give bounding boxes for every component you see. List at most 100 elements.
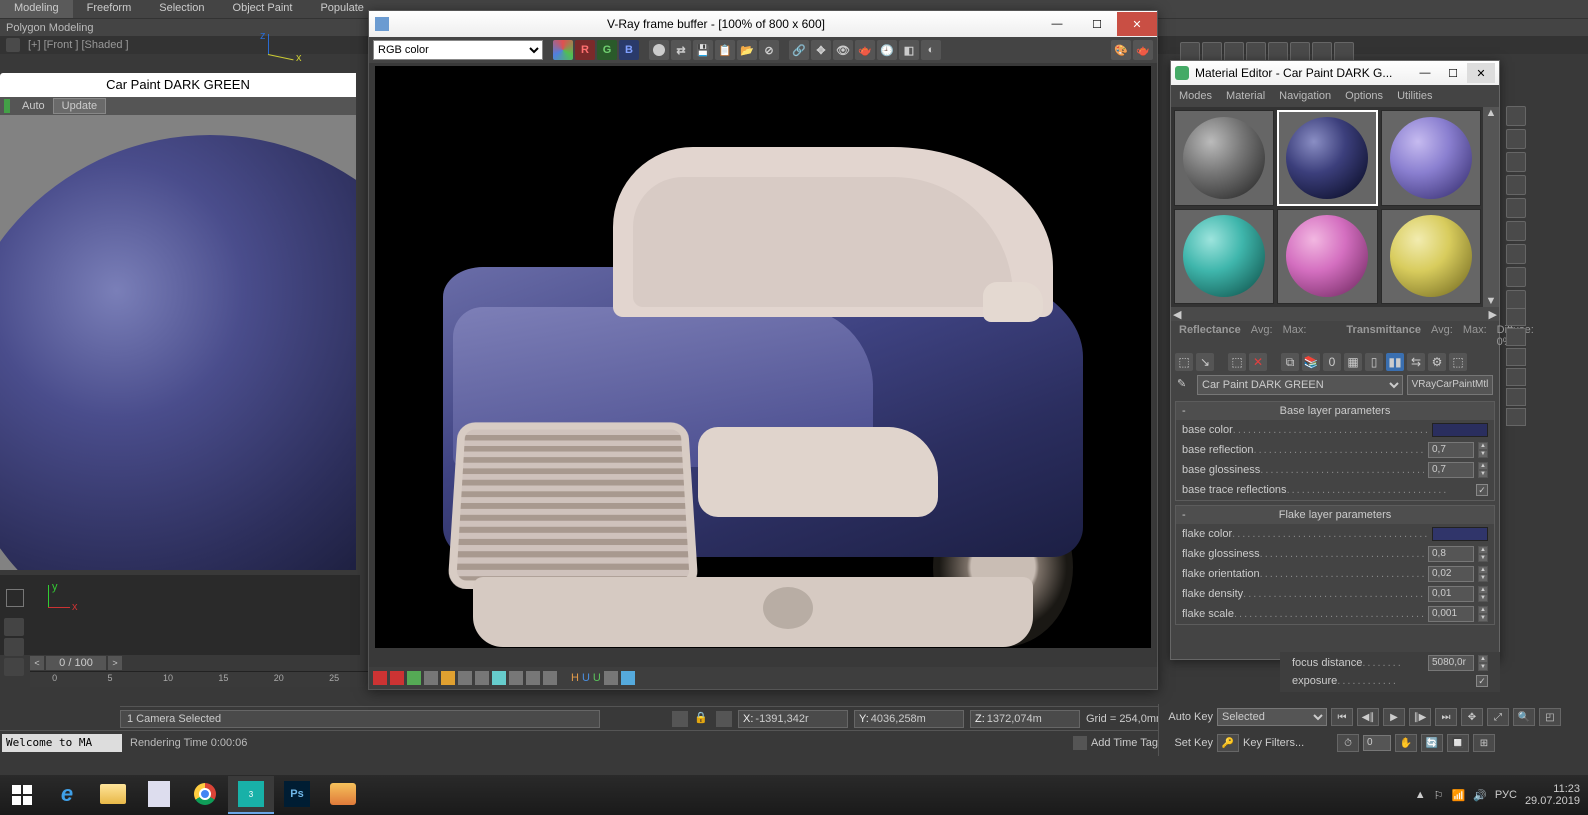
coord-z[interactable]: Z:1372,074m — [970, 710, 1080, 728]
display-tab-icon[interactable] — [1506, 388, 1526, 406]
side-icon[interactable] — [4, 618, 24, 636]
tray-clock[interactable]: 11:2329.07.2019 — [1525, 783, 1580, 807]
flake-glossiness-input[interactable]: 0,8 — [1428, 546, 1474, 562]
vfb-tool-icon[interactable] — [492, 671, 506, 685]
menu-navigation[interactable]: Navigation — [1279, 90, 1331, 102]
exposure-checkbox[interactable]: ✓ — [1476, 675, 1488, 687]
create-tab-icon[interactable] — [1506, 308, 1526, 326]
flake-density-input[interactable]: 0,01 — [1428, 586, 1474, 602]
minimize-button[interactable]: — — [1037, 12, 1077, 36]
render-last-icon[interactable]: 🫖 — [855, 40, 875, 60]
material-slot[interactable] — [1381, 110, 1481, 206]
focus-distance-input[interactable]: 5080,0r — [1428, 655, 1474, 671]
sample-type-icon[interactable] — [1506, 106, 1526, 126]
taskbar-paint[interactable] — [320, 776, 366, 814]
options-icon[interactable]: ⚙ — [1428, 353, 1446, 371]
history-icon[interactable]: 🕘 — [877, 40, 897, 60]
key-mode-select[interactable]: Selected — [1217, 708, 1327, 726]
side-icon[interactable] — [4, 658, 24, 676]
spinner[interactable]: ▲▼ — [1478, 462, 1488, 478]
lens-icon[interactable]: ◐ — [921, 40, 941, 60]
options-icon[interactable] — [1506, 244, 1526, 264]
backlight-icon[interactable] — [1506, 129, 1526, 149]
cc-icon[interactable]: 🎨 — [1111, 40, 1131, 60]
taskbar-explorer[interactable] — [90, 776, 136, 814]
flake-orientation-input[interactable]: 0,02 — [1428, 566, 1474, 582]
taskbar-ie[interactable]: e — [44, 776, 90, 814]
open-icon[interactable]: 📂 — [737, 40, 757, 60]
auto-button[interactable]: Auto — [14, 99, 53, 113]
viewport-caption[interactable]: [+] [Front ] [Shaded ] — [28, 39, 129, 51]
base-reflection-input[interactable]: 0,7 — [1428, 442, 1474, 458]
uv-tiling-icon[interactable] — [1506, 175, 1526, 195]
goto-end-button[interactable]: ⏭ — [1435, 708, 1457, 726]
assign-icon[interactable]: ↘ — [1196, 353, 1214, 371]
transform-type-icon[interactable] — [716, 711, 732, 727]
flake-scale-input[interactable]: 0,001 — [1428, 606, 1474, 622]
compare-icon[interactable]: ◧ — [899, 40, 919, 60]
slots-hscroll[interactable]: ◀▶ — [1171, 307, 1499, 321]
polygon-modeling-panel[interactable]: Polygon Modeling — [6, 22, 93, 34]
key-filters-button[interactable]: Key Filters... — [1243, 737, 1333, 749]
vfb-tool-icon[interactable] — [526, 671, 540, 685]
vfb-tool-icon[interactable] — [621, 671, 635, 685]
selection-lock-icon[interactable] — [672, 711, 688, 727]
stop-icon[interactable] — [390, 671, 404, 685]
flake-color-swatch[interactable] — [1432, 527, 1488, 541]
modify-tab-icon[interactable] — [1506, 328, 1526, 346]
material-slot[interactable] — [1174, 110, 1274, 206]
material-name-select[interactable]: Car Paint DARK GREEN — [1197, 375, 1403, 395]
background-icon[interactable] — [1506, 152, 1526, 172]
next-frame-button[interactable]: ∥▶ — [1409, 708, 1431, 726]
rgb-icon[interactable] — [553, 40, 573, 60]
render-icon[interactable] — [1202, 42, 1222, 62]
go-icon[interactable] — [407, 671, 421, 685]
toolbar-icon[interactable] — [1312, 42, 1332, 62]
spinner[interactable]: ▲▼ — [1478, 655, 1488, 671]
link-icon[interactable]: 🔗 — [789, 40, 809, 60]
slots-vscroll[interactable]: ▲▼ — [1483, 107, 1499, 307]
vfb-tool-icon[interactable] — [543, 671, 557, 685]
toolbar-icon[interactable] — [1334, 42, 1354, 62]
maximize-button[interactable]: ☐ — [1077, 12, 1117, 36]
vfb-tool-icon[interactable] — [424, 671, 438, 685]
tab-modeling[interactable]: Modeling — [0, 0, 73, 18]
close-button[interactable]: ✕ — [1117, 12, 1157, 36]
nav-icon[interactable]: 🔲 — [1447, 734, 1469, 752]
region-icon[interactable]: ✥ — [811, 40, 831, 60]
spinner[interactable]: ▲▼ — [1478, 566, 1488, 582]
nav-icon[interactable]: ✋ — [1395, 734, 1417, 752]
blue-channel-button[interactable]: B — [619, 40, 639, 60]
utilities-tab-icon[interactable] — [1506, 408, 1526, 426]
select-by-mtl-icon[interactable]: ⬚ — [1449, 353, 1467, 371]
taskbar-3dsmax[interactable]: 3 — [228, 776, 274, 814]
mono-icon[interactable] — [649, 40, 669, 60]
menu-utilities[interactable]: Utilities — [1397, 90, 1432, 102]
time-config-icon[interactable]: ⏱ — [1337, 734, 1359, 752]
key-icon[interactable]: 🔑 — [1217, 734, 1239, 752]
taskbar-app[interactable] — [136, 776, 182, 814]
material-map-nav-icon[interactable] — [1506, 290, 1526, 310]
vfb-tool-icon[interactable] — [441, 671, 455, 685]
select-icon[interactable] — [1506, 267, 1526, 287]
minimize-button[interactable]: — — [1411, 63, 1439, 83]
vfb-tool-icon[interactable] — [509, 671, 523, 685]
nav-icon[interactable]: ⊞ — [1473, 734, 1495, 752]
autokey-button[interactable]: Auto Key — [1163, 711, 1213, 723]
swap-icon[interactable]: ⇄ — [671, 40, 691, 60]
vfb-tool-icon[interactable] — [475, 671, 489, 685]
red-channel-button[interactable]: R — [575, 40, 595, 60]
nav-icon[interactable]: ⤢ — [1487, 708, 1509, 726]
teapot-icon[interactable]: 🫖 — [1133, 40, 1153, 60]
spinner[interactable]: ▲▼ — [1478, 586, 1488, 602]
add-time-tag[interactable]: Add Time Tag — [1073, 736, 1158, 750]
material-slot[interactable] — [1277, 209, 1377, 305]
timeline-next-button[interactable]: > — [108, 656, 122, 670]
perspective-viewport[interactable]: yx — [0, 575, 360, 655]
material-slot[interactable] — [1381, 209, 1481, 305]
taskbar-chrome[interactable] — [182, 776, 228, 814]
show-end-icon[interactable]: ▯ — [1365, 353, 1383, 371]
prev-frame-button[interactable]: ◀∥ — [1357, 708, 1379, 726]
make-preview-icon[interactable] — [1506, 221, 1526, 241]
material-slot-selected[interactable] — [1277, 110, 1377, 206]
